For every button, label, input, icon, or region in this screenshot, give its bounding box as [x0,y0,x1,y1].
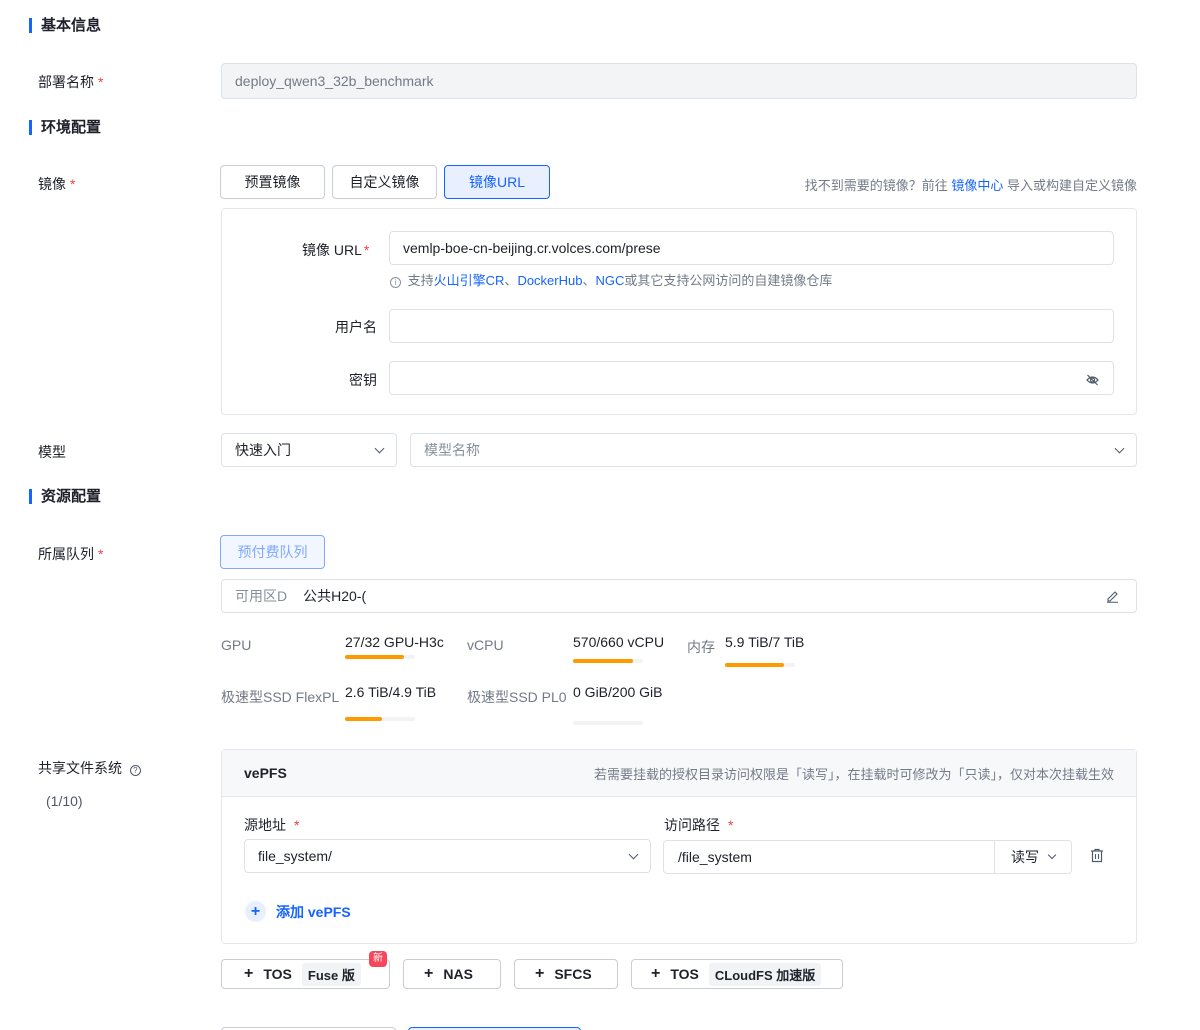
plus-icon: + [651,965,661,982]
tab-image-url[interactable]: 镜像URL [444,165,550,199]
model-source-select[interactable]: 快速入门 [221,433,397,467]
chevron-down-icon [628,849,639,859]
stat-ssd-flexpl-label: 极速型SSD FlexPL [221,689,340,705]
image-label: 镜像 * [38,176,76,192]
stat-mem-label: 内存 [687,639,715,655]
volc-cr-link[interactable]: 火山引擎CR [434,273,505,288]
vepfs-panel-note: 若需要挂载的授权目录访问权限是「读写」，在挂载时可修改为「只读」，仅对本次挂载生… [593,766,1114,782]
image-help-text: 找不到需要的镜像？前往 镜像中心 导入或构建自定义镜像 [804,178,1137,193]
section-title-env: 环境配置 [29,120,101,135]
queue-zone-field[interactable]: 可用区D 公共H20-( [221,579,1137,613]
new-badge: 新 [369,951,387,967]
stat-gpu-bar [345,655,415,659]
dockerhub-link[interactable]: DockerHub [517,273,582,288]
access-path-input[interactable]: /file_system [664,849,994,865]
access-path-label: 访问路径 * [664,817,734,833]
mount-nas-button[interactable]: + NAS [403,959,501,989]
stat-gpu-label: GPU [221,637,252,653]
permission-select[interactable]: 读写 [994,841,1071,873]
image-url-input[interactable]: vemlp-boe-cn-beijing.cr.volces.com/prese [389,231,1114,265]
ngc-link[interactable]: NGC [595,273,624,288]
image-center-link[interactable]: 镜像中心 [951,178,1003,193]
stat-ssd-pl0-bar [573,721,643,725]
stat-ssd-pl0-label: 极速型SSD PL0 [467,689,567,705]
stat-mem-bar [725,663,795,667]
source-address-label: 源地址 * [244,817,300,833]
stat-vcpu-bar [573,659,643,663]
image-url-label: 镜像 URL * [302,242,370,258]
stat-ssd-flexpl-value: 2.6 TiB/4.9 TiB [345,684,437,700]
tab-custom-image[interactable]: 自定义镜像 [332,165,437,199]
prepaid-queue-button[interactable]: 预付费队列 [220,535,325,569]
chevron-down-icon [1047,850,1057,860]
chevron-down-icon [1114,443,1125,453]
section-title-basic: 基本信息 [29,18,101,33]
password-input[interactable] [389,361,1114,395]
trash-icon[interactable] [1090,848,1104,866]
eye-off-icon[interactable] [1086,373,1099,389]
queue-label: 所属队列 * [38,546,104,562]
password-label: 密钥 [349,372,377,388]
plus-icon: + [424,965,434,982]
mount-tos-cloudfs-button[interactable]: + TOS CLoudFS 加速版 [631,959,843,989]
stat-vcpu-value: 570/660 vCPU [573,634,665,650]
stat-vcpu-label: vCPU [467,637,504,653]
mount-tos-fuse-button[interactable]: + TOS Fuse 版 [221,959,390,989]
stat-ssd-flexpl-bar [345,717,415,721]
plus-circle-icon: + [245,901,266,922]
access-path-group: /file_system 读写 [663,840,1072,874]
stat-ssd-pl0-value: 0 GiB/200 GiB [573,684,663,700]
model-label: 模型 [38,444,66,460]
info-icon: i [390,277,401,288]
vepfs-panel-title: vePFS [244,765,287,781]
fs-label: 共享文件系统 ? [38,758,141,778]
stat-mem-value: 5.9 TiB/7 TiB [725,634,805,650]
chevron-down-icon [374,443,385,453]
section-title-resource: 资源配置 [29,489,101,504]
mount-sfcs-button[interactable]: + SFCS [514,959,618,989]
source-address-select[interactable]: file_system/ [244,839,651,873]
deploy-name-input[interactable]: deploy_qwen3_32b_benchmark [221,63,1137,99]
plus-icon: + [244,965,254,982]
image-url-hint: i 支持火山引擎CR、DockerHub、NGC或其它支持公网访问的自建镜像仓库 [390,270,832,289]
model-name-select[interactable]: 模型名称 [410,433,1137,467]
username-input[interactable] [389,309,1114,343]
plus-icon: + [535,965,545,982]
tab-preset-image[interactable]: 预置镜像 [220,165,325,199]
deploy-name-label: 部署名称 * [38,74,104,90]
help-icon[interactable]: ? [129,765,141,776]
edit-icon[interactable] [1106,590,1119,606]
username-label: 用户名 [335,319,377,335]
add-vepfs-button[interactable]: + 添加 vePFS [245,901,351,922]
fs-count: (1/10) [46,793,83,809]
stat-gpu-value: 27/32 GPU-H3c [345,634,444,650]
